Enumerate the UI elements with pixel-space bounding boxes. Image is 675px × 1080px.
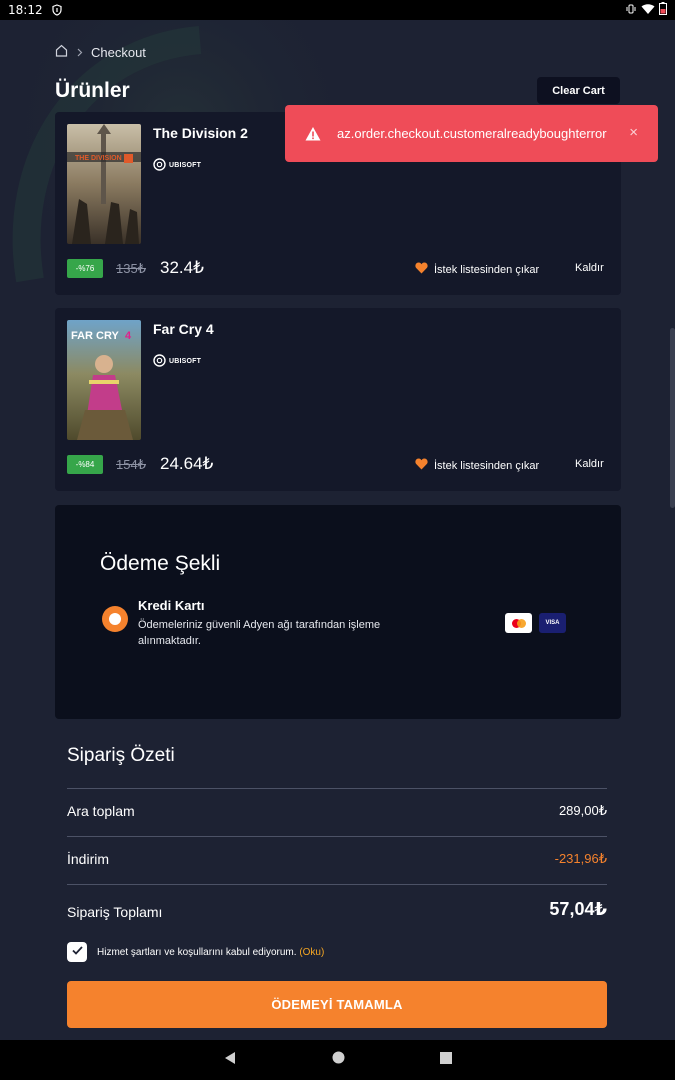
battery-icon — [659, 2, 667, 18]
page-title: Ürünler — [55, 79, 130, 102]
mastercard-icon — [505, 613, 532, 633]
back-icon[interactable] — [223, 1051, 237, 1070]
remove-item-button[interactable]: Kaldır — [575, 458, 604, 470]
publisher-logo: UBISOFT — [153, 158, 201, 173]
divider — [67, 788, 607, 789]
heart-icon — [415, 262, 428, 277]
checkmark-icon — [71, 946, 83, 958]
terms-text: Hizmet şartları ve koşullarını kabul edi… — [97, 946, 297, 958]
terms-checkbox[interactable] — [67, 942, 87, 962]
scrollbar[interactable] — [670, 328, 675, 508]
status-bar: 18:12 — [0, 0, 675, 20]
terms-read-link[interactable]: (Oku) — [299, 947, 324, 958]
publisher-name: UBISOFT — [169, 162, 202, 169]
breadcrumb: Checkout — [55, 44, 146, 60]
heart-icon — [415, 458, 428, 473]
wishlist-label: İstek listesinden çıkar — [434, 459, 540, 472]
discount-row: İndirim -231,96₺ — [67, 851, 607, 867]
svg-text:THE DIVISION: THE DIVISION — [75, 155, 122, 162]
error-toast: az.order.checkout.customeralreadyboughte… — [285, 105, 658, 162]
home-icon[interactable] — [55, 44, 68, 60]
credit-card-radio[interactable] — [102, 606, 128, 632]
svg-text:FAR CRY: FAR CRY — [71, 330, 120, 342]
payment-method-description: Ödemeleriniz güvenli Adyen ağı tarafında… — [138, 619, 381, 647]
warning-icon — [305, 126, 321, 142]
remove-item-button[interactable]: Kaldır — [575, 262, 604, 274]
chevron-right-icon — [76, 45, 83, 60]
total-value: 57,04₺ — [549, 899, 607, 919]
subtotal-label: Ara toplam — [67, 803, 135, 819]
divider — [67, 884, 607, 885]
remove-from-wishlist-button[interactable]: İstek listesinden çıkar — [415, 262, 539, 277]
status-time: 18:12 — [8, 3, 43, 17]
publisher-name: UBISOFT — [169, 358, 202, 365]
navigation-bar — [0, 1040, 675, 1080]
order-summary-title: Sipariş Özeti — [67, 745, 175, 766]
publisher-logo: UBISOFT — [153, 354, 201, 369]
subtotal-row: Ara toplam 289,00₺ — [67, 803, 607, 819]
game-title[interactable]: Far Cry 4 — [153, 321, 214, 337]
terms-agreement: Hizmet şartları ve koşullarını kabul edi… — [67, 942, 324, 962]
wifi-icon — [641, 3, 655, 18]
discount-badge: -%84 — [67, 455, 103, 474]
complete-payment-button[interactable]: ÖDEMEYİ TAMAMLA — [67, 981, 607, 1028]
home-button-icon[interactable] — [332, 1051, 345, 1069]
clear-cart-button[interactable]: Clear Cart — [537, 77, 620, 104]
old-price: 135₺ — [116, 261, 146, 276]
recents-icon[interactable] — [440, 1051, 452, 1069]
game-cover-image[interactable]: THE DIVISION — [67, 124, 141, 244]
ubisoft-icon — [153, 158, 166, 173]
payment-method-panel: Ödeme Şekli Kredi Kartı Ödemeleriniz güv… — [55, 505, 621, 719]
close-icon[interactable]: × — [629, 124, 638, 141]
new-price: 32.4₺ — [160, 258, 204, 277]
breadcrumb-current: Checkout — [91, 44, 146, 60]
toast-message: az.order.checkout.customeralreadyboughte… — [337, 126, 607, 141]
svg-text:4: 4 — [125, 330, 132, 342]
discount-label: İndirim — [67, 851, 110, 867]
payment-method-label: Kredi Kartı — [138, 598, 205, 613]
vibrate-icon — [625, 3, 637, 18]
divider — [67, 836, 607, 837]
cart-item: FAR CRY 4 Far Cry 4 UBISOFT -%84 154₺ 24… — [55, 308, 621, 491]
ubisoft-icon — [153, 354, 166, 369]
payment-title: Ödeme Şekli — [100, 552, 221, 575]
shield-status-icon — [51, 4, 63, 16]
discount-badge: -%76 — [67, 259, 103, 278]
wishlist-label: İstek listesinden çıkar — [434, 263, 540, 276]
visa-icon: VISA — [539, 613, 566, 633]
new-price: 24.64₺ — [160, 454, 214, 473]
game-title[interactable]: The Division 2 — [153, 125, 248, 141]
discount-value: -231,96₺ — [554, 851, 607, 866]
subtotal-value: 289,00₺ — [558, 803, 607, 818]
remove-from-wishlist-button[interactable]: İstek listesinden çıkar — [415, 458, 539, 473]
old-price: 154₺ — [116, 457, 146, 472]
game-cover-image[interactable]: FAR CRY 4 — [67, 320, 141, 440]
total-label: Sipariş Toplamı — [67, 904, 163, 920]
total-row: Sipariş Toplamı 57,04₺ — [67, 899, 607, 920]
